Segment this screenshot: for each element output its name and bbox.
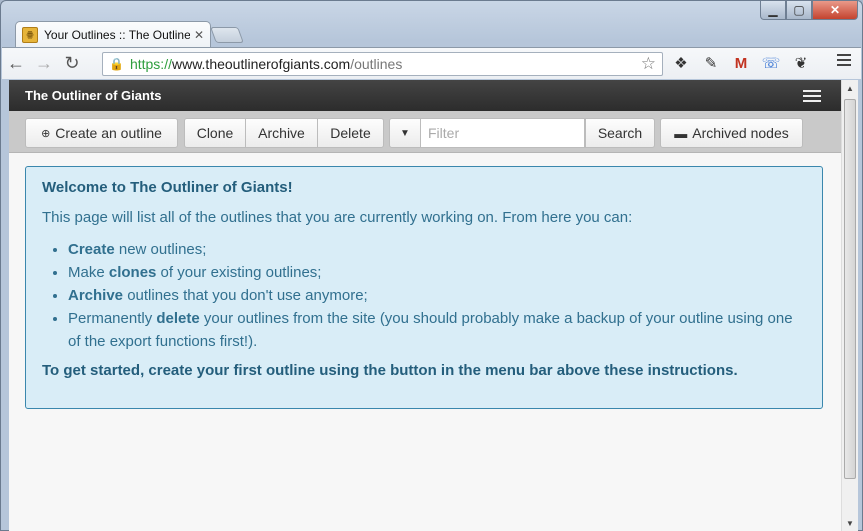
forward-button[interactable]: → <box>30 50 58 78</box>
search-label: Search <box>597 125 643 141</box>
url-host: www.theoutlinerofgiants.com <box>171 56 351 72</box>
getting-started-text: To get started, create your first outlin… <box>42 362 738 379</box>
lock-icon: 🔒 <box>109 57 124 71</box>
archived-nodes-label: Archived nodes <box>692 125 789 141</box>
delete-label: Delete <box>330 125 371 141</box>
archive-box-icon: ▬ <box>674 125 688 141</box>
reload-button[interactable]: ↻ <box>58 50 86 78</box>
tab-close-icon[interactable]: ✕ <box>194 28 204 42</box>
phone-icon[interactable]: ☏ <box>760 52 782 74</box>
browser-window: ꙮ Your Outlines :: The Outliner of Giant… <box>0 0 863 531</box>
action-bar: ⊕ Create an outline Clone Archive Delete… <box>9 111 841 153</box>
plus-circle-icon: ⊕ <box>41 127 51 140</box>
scroll-up-icon[interactable]: ▲ <box>842 80 858 97</box>
bookmark-star-icon[interactable]: ☆ <box>641 54 656 74</box>
filter-input[interactable] <box>421 118 585 148</box>
chrome-menu-icon[interactable] <box>837 54 851 69</box>
scroll-down-icon[interactable]: ▼ <box>842 515 858 531</box>
welcome-heading: Welcome to The Outliner of Giants! <box>42 179 293 196</box>
search-button[interactable]: Search <box>585 118 655 148</box>
create-outline-button[interactable]: ⊕ Create an outline <box>25 118 178 148</box>
archive-button[interactable]: Archive <box>246 118 318 148</box>
evernote-icon[interactable]: ❦ <box>790 52 812 74</box>
delete-button[interactable]: Delete <box>318 118 384 148</box>
url-scheme: https:// <box>129 56 172 72</box>
close-window-button[interactable]: ✕ <box>812 1 858 20</box>
new-tab-button[interactable] <box>210 27 244 43</box>
extension-pen-icon[interactable]: ✎ <box>700 52 722 74</box>
hamburger-menu-icon[interactable] <box>803 90 821 105</box>
app-navbar: The Outliner of Giants <box>9 80 841 111</box>
list-item: Permanently delete your outlines from th… <box>68 307 806 353</box>
address-bar[interactable]: 🔒 https:// www.theoutlinerofgiants.com /… <box>102 52 663 76</box>
tab-title: Your Outlines :: The Outliner of Giants <box>44 27 190 42</box>
clone-label: Clone <box>196 125 234 141</box>
brand-title[interactable]: The Outliner of Giants <box>25 88 162 103</box>
list-item: Archive outlines that you don't use anym… <box>68 284 806 307</box>
maximize-button[interactable]: ▢ <box>786 1 812 20</box>
extension-icons: ❖ ✎ M ☏ ❦ <box>670 52 812 74</box>
welcome-alert: Welcome to The Outliner of Giants! This … <box>25 166 823 409</box>
archived-nodes-button[interactable]: ▬ Archived nodes <box>660 118 803 148</box>
url-path: /outlines <box>350 56 403 72</box>
window-controls: ▁ ▢ ✕ <box>760 1 858 20</box>
caret-down-icon: ▼ <box>400 127 410 139</box>
filter-dropdown-button[interactable]: ▼ <box>389 118 421 148</box>
welcome-intro: This page will list all of the outlines … <box>42 209 633 226</box>
extension-puzzle-icon[interactable]: ❖ <box>670 52 692 74</box>
outliner-favicon-icon: ꙮ <box>22 26 38 43</box>
scrollbar-thumb[interactable] <box>844 99 856 479</box>
browser-tab[interactable]: ꙮ Your Outlines :: The Outliner of Giant… <box>15 21 211 47</box>
back-button[interactable]: ← <box>2 50 30 78</box>
archive-label: Archive <box>258 125 305 141</box>
page-viewport: The Outliner of Giants ⊕ Create an outli… <box>9 80 841 531</box>
create-outline-label: Create an outline <box>55 125 162 141</box>
list-item: Make clones of your existing outlines; <box>68 261 806 284</box>
clone-button[interactable]: Clone <box>184 118 246 148</box>
minimize-button[interactable]: ▁ <box>760 1 786 20</box>
browser-toolbar: ← → ↻ 🔒 https:// www.theoutlinerofgiants… <box>2 47 861 79</box>
vertical-scrollbar[interactable]: ▲ ▼ <box>841 80 858 531</box>
feature-list: Create new outlines; Make clones of your… <box>68 238 806 353</box>
gmail-icon[interactable]: M <box>730 52 752 74</box>
list-item: Create new outlines; <box>68 238 806 261</box>
